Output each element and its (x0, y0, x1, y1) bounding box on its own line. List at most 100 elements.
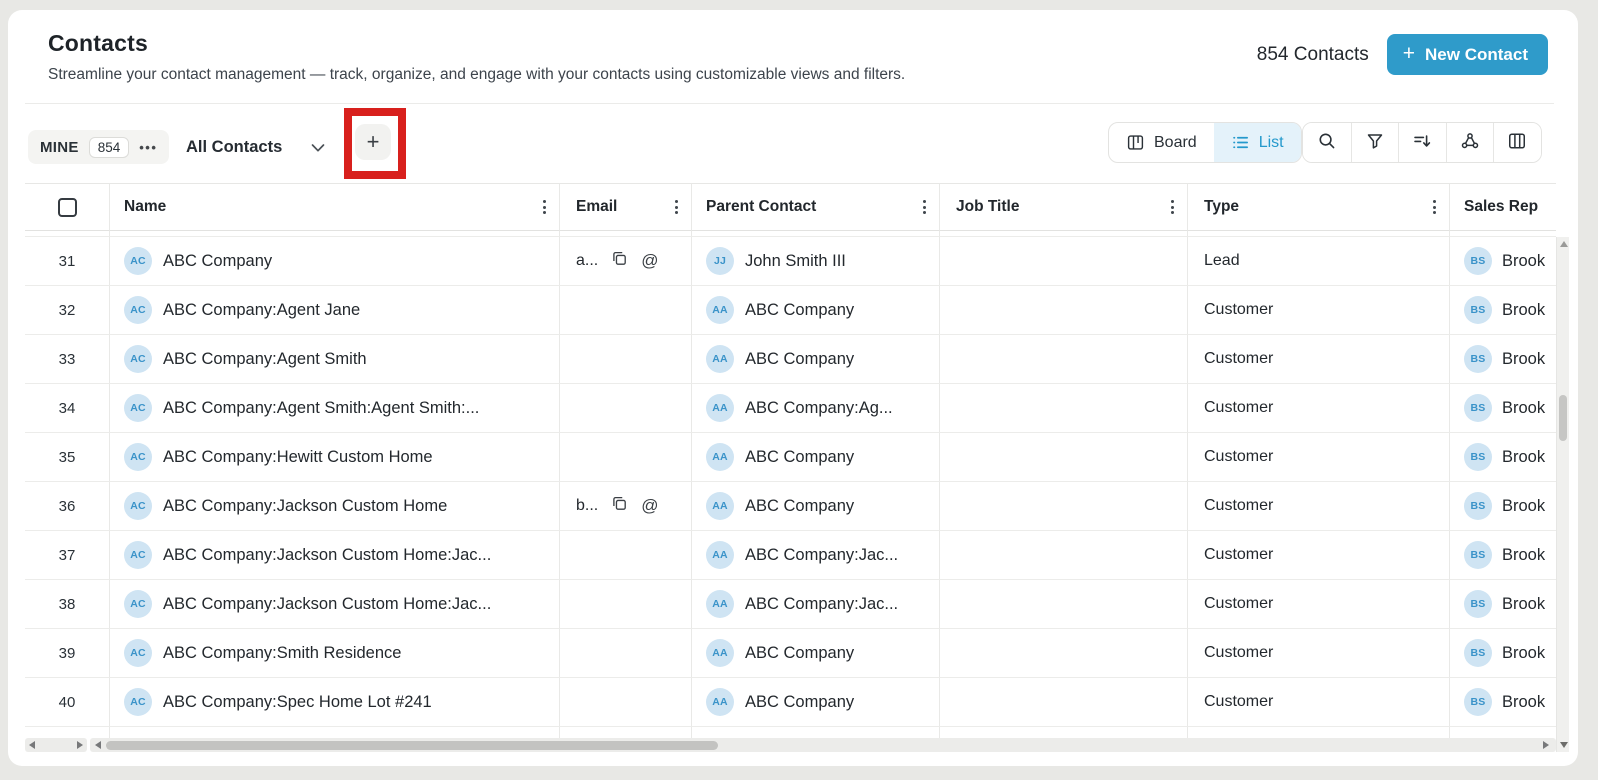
scroll-left-arrow-icon[interactable] (95, 741, 101, 749)
column-header-type[interactable]: Type (1188, 183, 1450, 231)
job-title-cell[interactable] (940, 384, 1188, 433)
job-title-cell[interactable] (940, 580, 1188, 629)
parent-contact-cell[interactable]: AA ABC Company (692, 335, 940, 384)
column-header-parent-contact[interactable]: Parent Contact (692, 183, 940, 231)
select-all-checkbox[interactable] (58, 198, 77, 217)
horizontal-scrollbar[interactable] (90, 738, 1556, 752)
mine-view-pill[interactable]: MINE 854 ••• (28, 130, 169, 164)
column-header-job-title[interactable]: Job Title (940, 183, 1188, 231)
sales-rep-cell[interactable]: BS Brook (1450, 286, 1556, 335)
parent-contact-cell[interactable]: AA ABC Company:Jac... (692, 531, 940, 580)
parent-contact-cell[interactable]: AA ABC Company (692, 433, 940, 482)
list-view-tab[interactable]: List (1214, 123, 1301, 162)
sales-rep-cell[interactable]: BS Brook (1450, 237, 1556, 286)
email-at-icon[interactable]: @ (641, 496, 658, 516)
job-title-cell[interactable] (940, 286, 1188, 335)
sort-button[interactable] (1398, 123, 1446, 162)
email-cell[interactable]: @ (560, 580, 692, 629)
name-cell[interactable]: AC ABC Company:Agent Smith (110, 335, 560, 384)
type-cell[interactable]: Customer (1188, 531, 1450, 580)
add-view-button[interactable]: + (355, 124, 391, 160)
job-title-cell[interactable] (940, 482, 1188, 531)
column-menu-icon[interactable] (923, 200, 926, 214)
job-title-cell[interactable] (940, 335, 1188, 384)
job-title-cell[interactable] (940, 433, 1188, 482)
table-row[interactable]: 34 AC ABC Company:Agent Smith:Agent Smit… (25, 384, 1556, 433)
horizontal-scrollbar-thumb[interactable] (106, 741, 718, 750)
email-cell[interactable]: @ (560, 286, 692, 335)
email-cell[interactable]: @ (560, 531, 692, 580)
new-contact-button[interactable]: + New Contact (1387, 34, 1548, 75)
type-cell[interactable]: Customer (1188, 629, 1450, 678)
type-cell[interactable]: Customer (1188, 433, 1450, 482)
scroll-up-arrow-icon[interactable] (1560, 241, 1568, 247)
name-cell[interactable]: AC ABC Company:Jackson Custom Home:Jac..… (110, 531, 560, 580)
job-title-cell[interactable] (940, 629, 1188, 678)
table-row[interactable]: 32 AC ABC Company:Agent Jane @ AA ABC Co… (25, 286, 1556, 335)
table-row[interactable]: 37 AC ABC Company:Jackson Custom Home:Ja… (25, 531, 1556, 580)
table-row[interactable]: 40 AC ABC Company:Spec Home Lot #241 @ A… (25, 678, 1556, 727)
sales-rep-cell[interactable]: BS Brook (1450, 482, 1556, 531)
sales-rep-cell[interactable]: BS Brook (1450, 678, 1556, 727)
copy-icon[interactable] (610, 494, 629, 518)
sales-rep-cell[interactable]: BS Brook (1450, 629, 1556, 678)
name-cell[interactable]: AC ABC Company:Jackson Custom Home (110, 482, 560, 531)
email-cell[interactable]: @ (560, 678, 692, 727)
column-menu-icon[interactable] (675, 200, 678, 214)
sales-rep-cell[interactable]: BS Brook (1450, 433, 1556, 482)
parent-contact-cell[interactable]: AA ABC Company:Ag... (692, 384, 940, 433)
table-row[interactable]: 36 AC ABC Company:Jackson Custom Home b.… (25, 482, 1556, 531)
email-cell[interactable]: a... @ (560, 237, 692, 286)
email-cell[interactable]: @ (560, 335, 692, 384)
column-menu-icon[interactable] (543, 200, 546, 214)
search-button[interactable] (1303, 123, 1351, 162)
type-cell[interactable]: Lead (1188, 237, 1450, 286)
scroll-right-arrow-icon[interactable] (1543, 741, 1549, 749)
columns-button[interactable] (1493, 123, 1541, 162)
name-cell[interactable]: AC ABC Company (110, 237, 560, 286)
sales-rep-cell[interactable]: BS Brook (1450, 335, 1556, 384)
name-cell[interactable]: AC ABC Company:Spec Home Lot #241 (110, 678, 560, 727)
table-row[interactable]: 35 AC ABC Company:Hewitt Custom Home @ A… (25, 433, 1556, 482)
filter-button[interactable] (1351, 123, 1399, 162)
type-cell[interactable]: Customer (1188, 482, 1450, 531)
parent-contact-cell[interactable]: JJ John Smith III (692, 237, 940, 286)
chevron-down-icon[interactable] (308, 138, 328, 158)
type-cell[interactable]: Customer (1188, 678, 1450, 727)
sales-rep-cell[interactable]: BS Brook (1450, 531, 1556, 580)
email-at-icon[interactable]: @ (641, 251, 658, 271)
job-title-cell[interactable] (940, 678, 1188, 727)
parent-contact-cell[interactable]: AA ABC Company (692, 678, 940, 727)
column-menu-icon[interactable] (1433, 200, 1436, 214)
email-cell[interactable]: @ (560, 384, 692, 433)
vertical-scrollbar[interactable] (1556, 237, 1569, 752)
table-row[interactable]: 31 AC ABC Company a... @ JJ John Smith I… (25, 237, 1556, 286)
email-cell[interactable]: b... @ (560, 482, 692, 531)
parent-contact-cell[interactable]: AA ABC Company (692, 286, 940, 335)
name-cell[interactable]: AC ABC Company:Hewitt Custom Home (110, 433, 560, 482)
scroll-right-arrow-icon[interactable] (77, 741, 83, 749)
share-team-button[interactable] (1446, 123, 1494, 162)
type-cell[interactable]: Customer (1188, 384, 1450, 433)
more-options-icon[interactable]: ••• (139, 140, 157, 155)
column-menu-icon[interactable] (1171, 200, 1174, 214)
table-row[interactable]: 39 AC ABC Company:Smith Residence @ AA A… (25, 629, 1556, 678)
copy-icon[interactable] (610, 249, 629, 273)
type-cell[interactable]: Customer (1188, 335, 1450, 384)
board-view-tab[interactable]: Board (1109, 123, 1214, 162)
email-cell[interactable]: @ (560, 433, 692, 482)
table-row[interactable]: 33 AC ABC Company:Agent Smith @ AA ABC C… (25, 335, 1556, 384)
name-cell[interactable]: AC ABC Company:Agent Smith:Agent Smith:.… (110, 384, 560, 433)
column-header-sales-rep[interactable]: Sales Rep (1450, 183, 1556, 231)
job-title-cell[interactable] (940, 531, 1188, 580)
sales-rep-cell[interactable]: BS Brook (1450, 384, 1556, 433)
frozen-pane-scrollbar[interactable] (25, 738, 87, 752)
type-cell[interactable]: Customer (1188, 286, 1450, 335)
scroll-left-arrow-icon[interactable] (29, 741, 35, 749)
name-cell[interactable]: AC ABC Company:Jackson Custom Home:Jac..… (110, 580, 560, 629)
column-header-email[interactable]: Email (560, 183, 692, 231)
name-cell[interactable]: AC ABC Company:Agent Jane (110, 286, 560, 335)
parent-contact-cell[interactable]: AA ABC Company (692, 482, 940, 531)
table-row[interactable]: 38 AC ABC Company:Jackson Custom Home:Ja… (25, 580, 1556, 629)
job-title-cell[interactable] (940, 237, 1188, 286)
